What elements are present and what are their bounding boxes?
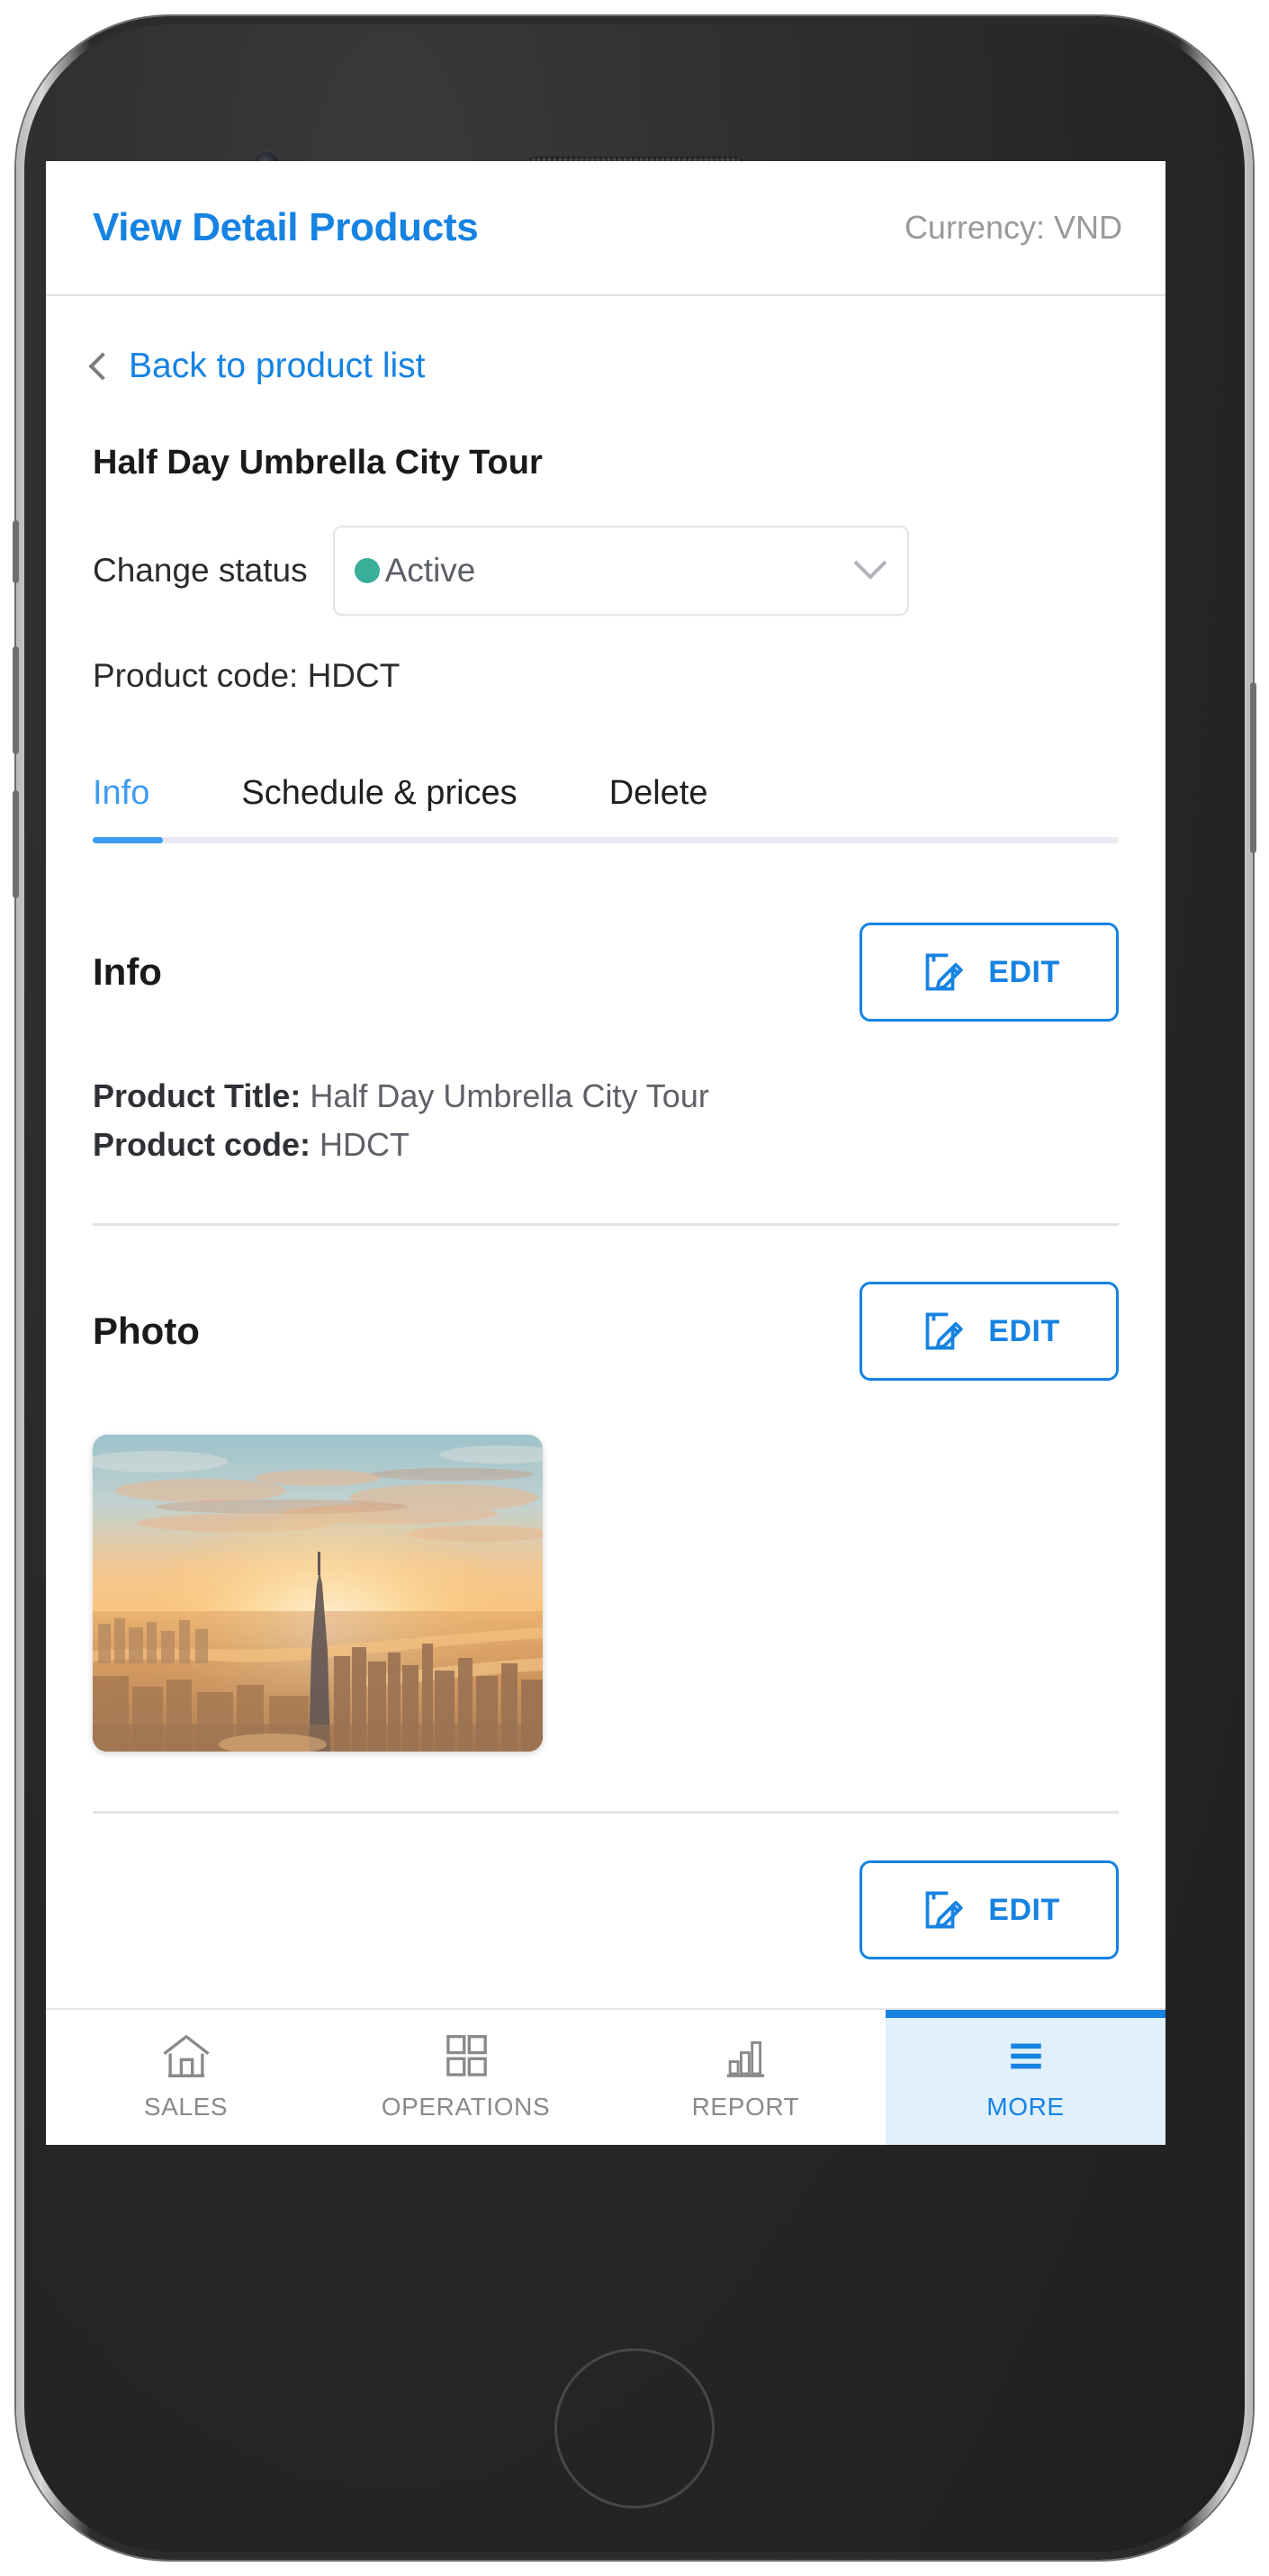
edit-info-label: EDIT <box>988 954 1060 989</box>
pencil-document-icon <box>925 953 963 991</box>
chevron-left-icon <box>88 352 117 381</box>
info-field-product-title-value: Half Day Umbrella City Tour <box>310 1077 709 1114</box>
back-to-product-list-link[interactable]: Back to product list <box>88 296 1119 395</box>
phone-device-frame: View Detail Products Currency: VND Back … <box>13 16 1256 2560</box>
section-divider <box>93 1223 1119 1226</box>
info-field-product-title-key: Product Title: <box>93 1077 302 1114</box>
bar-chart-icon <box>726 2040 764 2077</box>
mute-switch[interactable] <box>13 520 19 583</box>
phone-body: View Detail Products Currency: VND Back … <box>24 24 1245 2552</box>
photo-section-title: Photo <box>93 1310 200 1352</box>
tab-delete[interactable]: Delete <box>609 774 708 843</box>
nav-label-operations: OPERATIONS <box>381 2093 551 2121</box>
nav-item-sales[interactable]: SALES <box>46 2010 326 2145</box>
info-section-header: Info EDIT <box>93 923 1119 1022</box>
pencil-document-icon <box>925 1312 963 1350</box>
tab-underline-track <box>93 837 1119 843</box>
info-field-product-code-value: HDCT <box>320 1126 410 1163</box>
change-status-label: Change status <box>93 552 308 589</box>
info-section-title: Info <box>93 950 162 993</box>
tab-info[interactable]: Info <box>93 774 149 843</box>
grid-icon <box>446 2035 487 2076</box>
photo-section-header: Photo EDIT <box>93 1282 1119 1381</box>
edit-next-section-button[interactable]: EDIT <box>860 1860 1119 1959</box>
status-dot-icon <box>354 558 380 583</box>
info-field-product-code: Product code: HDCT <box>93 1121 1119 1169</box>
edit-next-section-label: EDIT <box>988 1892 1060 1927</box>
nav-label-more: MORE <box>986 2093 1065 2121</box>
edit-photo-label: EDIT <box>988 1313 1060 1348</box>
app-top-bar: View Detail Products Currency: VND <box>46 161 1166 296</box>
hamburger-icon <box>1010 2043 1041 2069</box>
app-content: Back to product list Half Day Umbrella C… <box>46 296 1166 1959</box>
edit-info-button[interactable]: EDIT <box>860 923 1119 1022</box>
currency-label: Currency: VND <box>904 209 1122 246</box>
nav-item-operations[interactable]: OPERATIONS <box>326 2010 606 2145</box>
pencil-document-icon <box>925 1891 963 1929</box>
tab-schedule-and-prices[interactable]: Schedule & prices <box>241 774 517 843</box>
change-status-row: Change status Active <box>93 526 1119 616</box>
home-icon <box>162 2034 210 2077</box>
status-selected-value: Active <box>384 552 476 589</box>
info-section: Info EDIT Product Title: Half Day Umbrel… <box>93 923 1119 1226</box>
page-title: View Detail Products <box>93 205 479 249</box>
sunset-cityscape-image <box>93 1435 543 1752</box>
phone-screen: View Detail Products Currency: VND Back … <box>46 161 1166 2145</box>
info-field-list: Product Title: Half Day Umbrella City To… <box>93 1072 1119 1169</box>
product-code-line: Product code: HDCT <box>93 657 400 694</box>
volume-down-button[interactable] <box>13 790 19 898</box>
status-select[interactable]: Active <box>332 526 909 616</box>
next-section-header: EDIT <box>93 1860 1119 1959</box>
tab-active-indicator <box>93 837 163 843</box>
power-button[interactable] <box>1250 682 1256 853</box>
nav-label-sales: SALES <box>143 2093 229 2121</box>
chevron-down-icon <box>853 546 886 580</box>
section-divider <box>93 1811 1119 1814</box>
info-field-product-title: Product Title: Half Day Umbrella City To… <box>93 1072 1119 1121</box>
edit-photo-button[interactable]: EDIT <box>860 1282 1119 1381</box>
info-field-product-code-key: Product code: <box>93 1126 311 1163</box>
product-photo-thumbnail[interactable] <box>93 1435 543 1752</box>
bottom-navigation-bar: SALES OPERATIONS REPORT MORE <box>46 2008 1166 2145</box>
product-heading: Half Day Umbrella City Tour <box>93 444 543 482</box>
back-link-label: Back to product list <box>129 347 426 385</box>
home-button[interactable] <box>554 2348 715 2508</box>
volume-up-button[interactable] <box>13 646 19 754</box>
nav-item-report[interactable]: REPORT <box>606 2010 886 2145</box>
nav-label-report: REPORT <box>691 2093 800 2121</box>
photo-section: Photo EDIT <box>93 1282 1119 1814</box>
tab-bar: Info Schedule & prices Delete <box>93 774 1119 843</box>
nav-item-more[interactable]: MORE <box>886 2010 1166 2145</box>
